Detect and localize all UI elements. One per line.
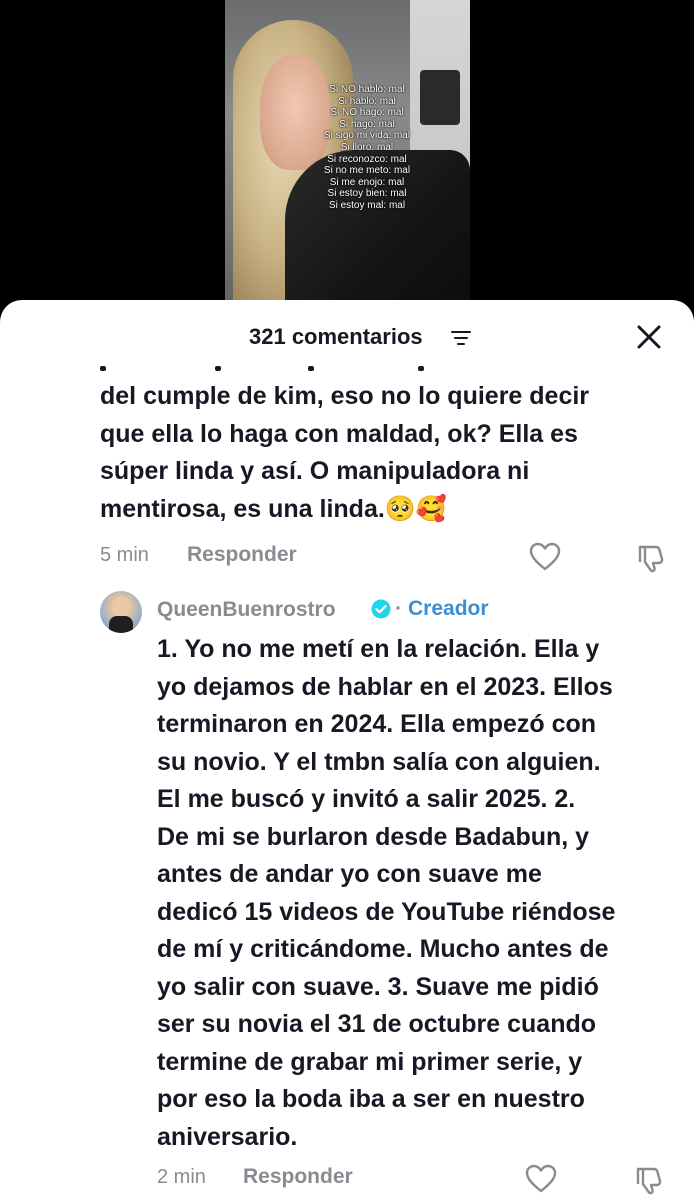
cut-off-text-fragment — [100, 366, 520, 372]
close-button[interactable] — [632, 320, 666, 354]
overlay-line: Si sigo mi vida: mal — [323, 130, 411, 142]
filter-lines-icon[interactable] — [451, 329, 473, 347]
overlay-line: Si no me meto: mal — [323, 165, 411, 177]
reply-button[interactable]: Responder — [187, 543, 297, 567]
dislike-icon[interactable] — [634, 1165, 666, 1195]
comment-text: 1. Yo no me metí en la relación. Ella y … — [157, 631, 687, 1156]
comment-line: dedicó 15 videos de YouTube riéndose — [157, 897, 616, 926]
comment-line: De mi se burlaron desde Badabun, y — [157, 822, 590, 851]
comment-line: antes de andar yo con suave me — [157, 860, 542, 888]
comment-username[interactable]: QueenBuenrostro — [157, 598, 336, 622]
overlay-line: Si NO hago: mal — [330, 107, 404, 119]
comment-line: mentirosa, es una linda.🥺🥰 — [100, 494, 448, 523]
overlay-line: Si estoy mal: mal — [328, 199, 406, 211]
heart-icon[interactable] — [529, 542, 561, 572]
comment-line: yo salir con suave. 3. Suave me pidió — [157, 972, 599, 1001]
overlay-line: Si hablo: mal — [338, 95, 396, 107]
comment-line: del cumple de kim, eso no lo quiere deci… — [100, 382, 590, 410]
comment-meta-row: 2 min Responder — [0, 1164, 694, 1195]
comment-line: que ella lo haga con maldad, ok? Ella es — [100, 419, 578, 448]
comment-line: su novio. Y el tmbn salía con alguien. — [157, 747, 601, 776]
comments-sheet: 321 comentarios del cumple de kim, eso n… — [0, 300, 694, 1200]
overlay-line: Si NO hablo: mal — [329, 84, 405, 95]
comment-line: terminaron en 2024. Ella empezó con — [157, 710, 597, 738]
comment-meta-row: 5 min Responder — [0, 542, 694, 573]
overlay-line: Si hago: mal — [339, 118, 395, 130]
comment-line: súper linda y así. O manipuladora ni — [100, 457, 530, 485]
comment-line: aniversario. — [157, 1122, 298, 1151]
avatar[interactable] — [100, 591, 142, 633]
overlay-line: Si me enojo: mal — [329, 176, 405, 188]
comment-line: termine de grabar mi primer serie, y — [157, 1047, 583, 1076]
video-text-overlay: Si NO hablo: mal Si hablo: mal Si NO hag… — [307, 84, 427, 212]
close-icon — [637, 325, 661, 349]
reply-button[interactable]: Responder — [243, 1165, 353, 1189]
comment-count: 321 comentarios — [249, 324, 423, 349]
comment-line: El me buscó y invitó a salir 2025. 2. — [157, 785, 576, 813]
comment-time: 5 min — [100, 544, 149, 566]
comment-line: 1. Yo no me metí en la relación. Ella y — [157, 635, 600, 663]
dislike-icon[interactable] — [636, 543, 668, 573]
comment-line: yo dejamos de hablar en el 2023. Ellos — [157, 672, 613, 701]
video-player[interactable]: Si NO hablo: mal Si hablo: mal Si NO hag… — [225, 0, 470, 320]
overlay-line: Si reconozco: mal — [327, 153, 407, 165]
creator-badge: Creador — [408, 597, 489, 620]
comments-header: 321 comentarios — [0, 300, 694, 372]
comment-line: de mí y criticándome. Mucho antes de — [157, 935, 609, 963]
heart-icon[interactable] — [525, 1164, 557, 1194]
comment-time: 2 min — [157, 1166, 206, 1188]
comment-text: del cumple de kim, eso no lo quiere deci… — [100, 378, 660, 528]
overlay-line: Si lloro: mal — [340, 141, 394, 153]
overlay-line: Si estoy bien: mal — [327, 188, 407, 200]
separator-dot: · — [395, 597, 402, 620]
comment-line: por eso la boda iba a ser en nuestro — [157, 1085, 585, 1113]
comment-line: ser su novia el 31 de octubre cuando — [157, 1010, 597, 1038]
verified-icon — [371, 599, 391, 619]
